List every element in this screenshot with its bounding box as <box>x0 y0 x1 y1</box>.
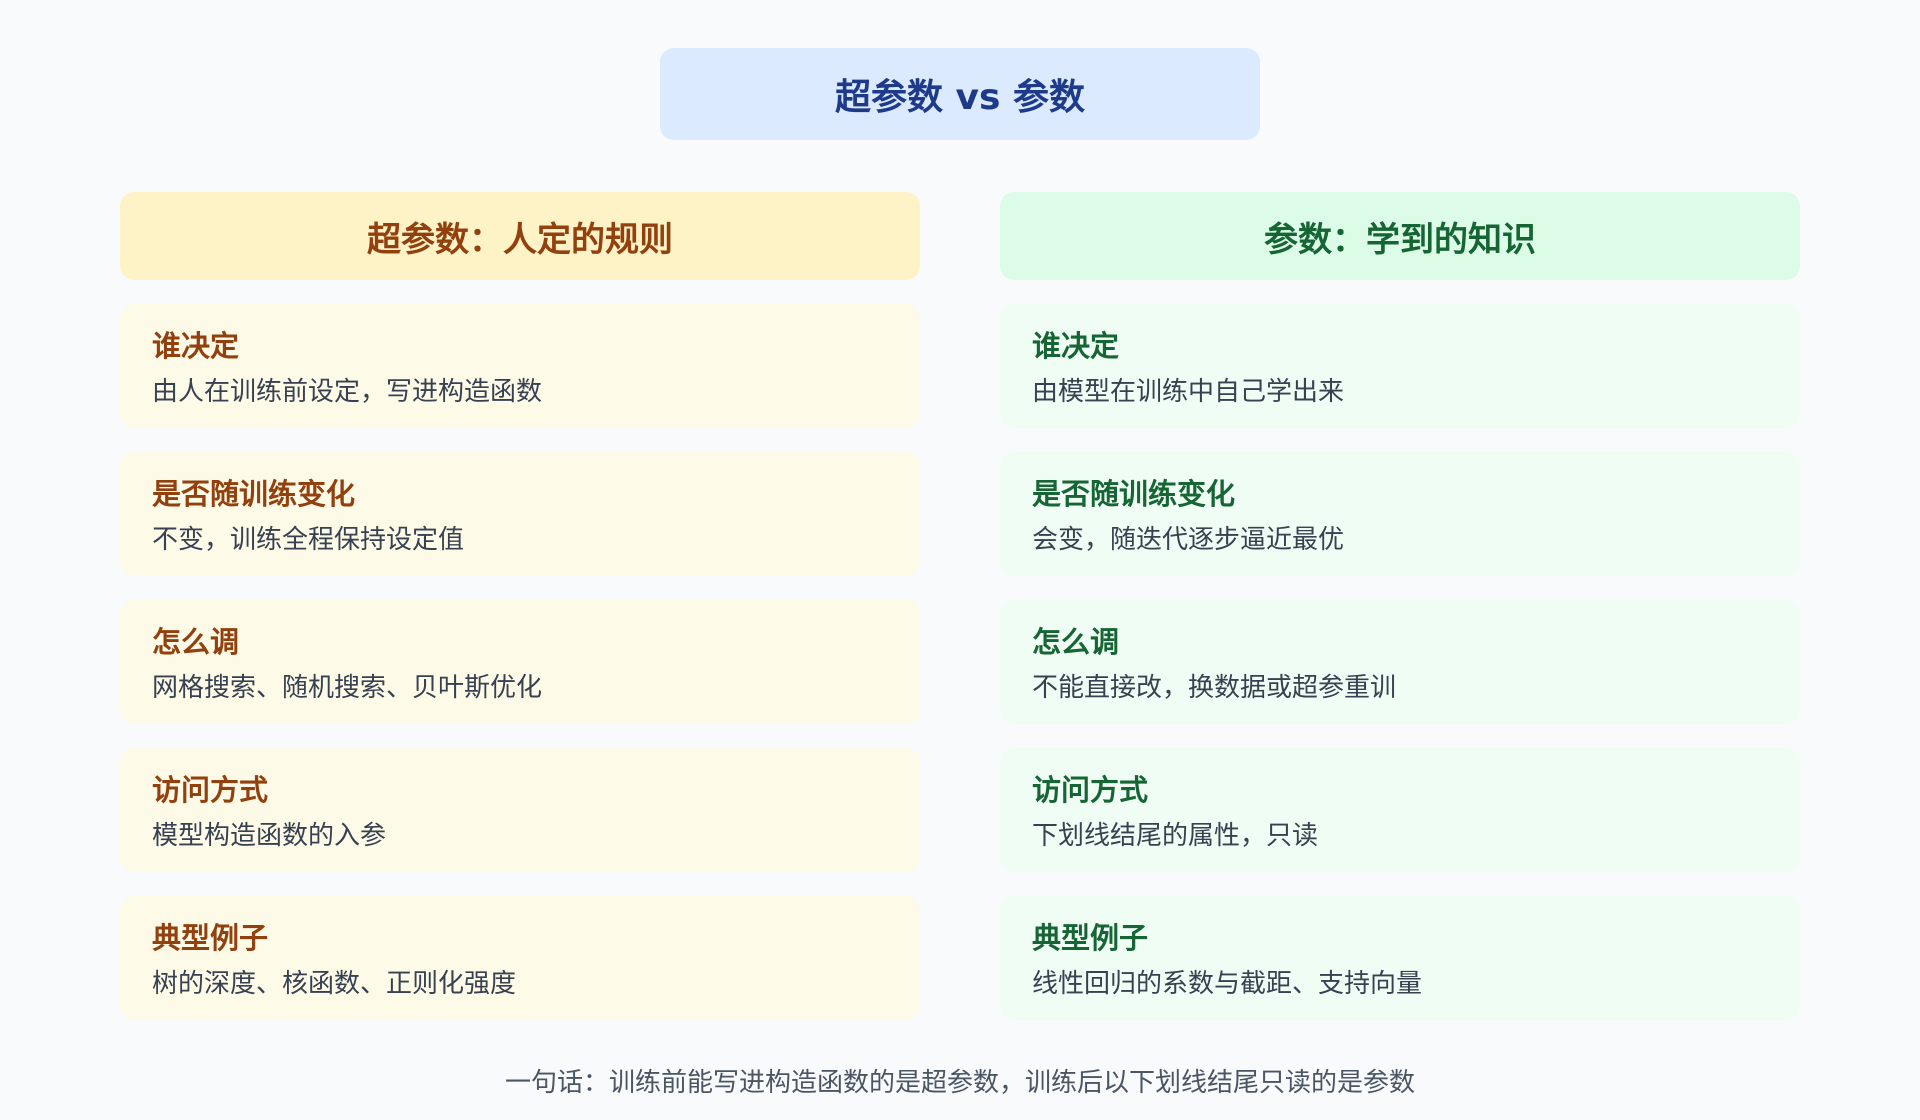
card-body: 树的深度、核函数、正则化强度 <box>152 969 517 999</box>
card-title: 谁决定 <box>1032 329 1120 363</box>
card-title: 是否随训练变化 <box>1032 477 1236 511</box>
hyperparameter-card-who-decides: 谁决定 由人在训练前设定，写进构造函数 <box>120 304 920 428</box>
card-title: 访问方式 <box>152 773 269 807</box>
parameter-header: 参数：学到的知识 <box>1000 192 1800 280</box>
hyperparameter-card-access: 访问方式 模型构造函数的入参 <box>120 748 920 872</box>
card-body: 线性回归的系数与截距、支持向量 <box>1032 969 1423 999</box>
parameter-column: 参数：学到的知识 谁决定 由模型在训练中自己学出来 是否随训练变化 会变，随迭代… <box>1000 192 1800 1020</box>
hyperparameter-card-changes: 是否随训练变化 不变，训练全程保持设定值 <box>120 452 920 576</box>
parameter-card-access: 访问方式 下划线结尾的属性，只读 <box>1000 748 1800 872</box>
card-body: 会变，随迭代逐步逼近最优 <box>1032 525 1345 555</box>
parameter-card-how-to-tune: 怎么调 不能直接改，换数据或超参重训 <box>1000 600 1800 724</box>
hyperparameter-card-examples: 典型例子 树的深度、核函数、正则化强度 <box>120 896 920 1020</box>
card-body: 由模型在训练中自己学出来 <box>1032 377 1345 407</box>
diagram-title: 超参数 vs 参数 <box>660 48 1260 140</box>
parameter-card-who-decides: 谁决定 由模型在训练中自己学出来 <box>1000 304 1800 428</box>
card-title: 怎么调 <box>1032 625 1120 659</box>
card-body: 不变，训练全程保持设定值 <box>152 525 465 555</box>
card-body: 模型构造函数的入参 <box>152 821 387 851</box>
hyperparameter-column: 超参数：人定的规则 谁决定 由人在训练前设定，写进构造函数 是否随训练变化 不变… <box>120 192 920 1020</box>
card-title: 典型例子 <box>152 921 269 955</box>
hyperparameter-header: 超参数：人定的规则 <box>120 192 920 280</box>
card-title: 怎么调 <box>152 625 240 659</box>
card-title: 典型例子 <box>1032 921 1149 955</box>
card-title: 谁决定 <box>152 329 240 363</box>
card-body: 网格搜索、随机搜索、贝叶斯优化 <box>152 673 543 703</box>
hyperparameter-card-how-to-tune: 怎么调 网格搜索、随机搜索、贝叶斯优化 <box>120 600 920 724</box>
card-title: 访问方式 <box>1032 773 1149 807</box>
parameter-card-changes: 是否随训练变化 会变，随迭代逐步逼近最优 <box>1000 452 1800 576</box>
summary-footer: 一句话：训练前能写进构造函数的是超参数，训练后以下划线结尾只读的是参数 <box>504 1068 1415 1098</box>
card-body: 不能直接改，换数据或超参重训 <box>1032 673 1397 703</box>
card-body: 由人在训练前设定，写进构造函数 <box>152 377 543 407</box>
parameter-card-examples: 典型例子 线性回归的系数与截距、支持向量 <box>1000 896 1800 1020</box>
card-body: 下划线结尾的属性，只读 <box>1032 821 1319 851</box>
card-title: 是否随训练变化 <box>152 477 356 511</box>
